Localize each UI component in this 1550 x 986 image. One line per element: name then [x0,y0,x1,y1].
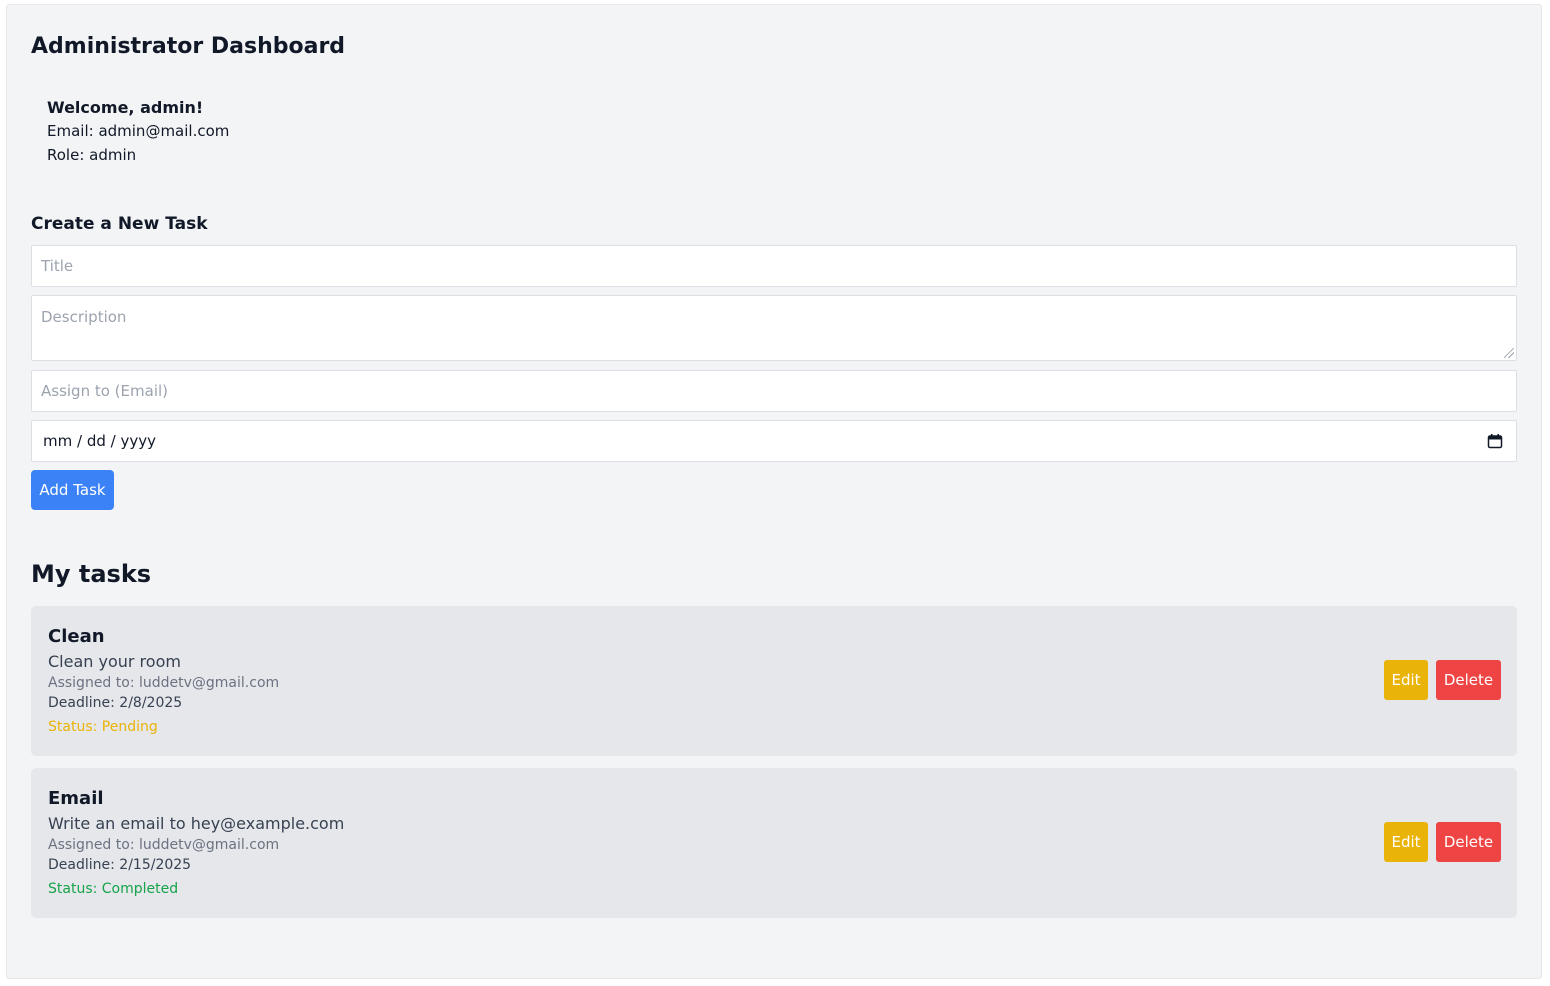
my-tasks-heading: My tasks [31,560,152,588]
welcome-text: Welcome, admin! [47,98,204,117]
task-title: Email [48,788,104,809]
task-deadline: Deadline: 2/8/2025 [48,695,183,711]
calendar-icon[interactable] [1487,433,1503,449]
task-actions: Edit Delete [1384,822,1501,862]
page-title: Administrator Dashboard [31,34,346,59]
task-assignee: Assigned to: luddetv@gmail.com [48,675,280,691]
edit-button[interactable]: Edit [1384,660,1428,700]
date-value: mm / dd / yyyy [43,432,156,450]
user-info: Welcome, admin! Email: admin@mail.com Ro… [47,97,229,167]
dashboard-panel: Administrator Dashboard Welcome, admin! … [6,4,1542,979]
task-details: Email Write an email to hey@example.com … [48,787,344,899]
user-email: Email: admin@mail.com [47,122,230,140]
task-assignee: Assigned to: luddetv@gmail.com [48,837,280,853]
delete-button[interactable]: Delete [1436,822,1501,862]
task-card: Email Write an email to hey@example.com … [31,768,1517,918]
task-title: Clean [48,626,105,647]
task-card: Clean Clean your room Assigned to: ludde… [31,606,1517,756]
title-input[interactable]: Title [31,245,1517,287]
task-status: Status: Pending [48,719,158,735]
resize-handle-icon[interactable] [1504,348,1514,358]
task-details: Clean Clean your room Assigned to: ludde… [48,625,279,737]
add-task-button[interactable]: Add Task [31,470,114,510]
task-description: Write an email to hey@example.com [48,814,345,833]
assign-email-input[interactable]: Assign to (Email) [31,370,1517,412]
task-status: Status: Completed [48,881,179,897]
edit-button[interactable]: Edit [1384,822,1428,862]
task-actions: Edit Delete [1384,660,1501,700]
create-task-heading: Create a New Task [31,214,208,234]
delete-button[interactable]: Delete [1436,660,1501,700]
user-role: Role: admin [47,146,137,164]
description-placeholder: Description [41,308,127,326]
description-textarea[interactable]: Description [31,295,1517,361]
task-deadline: Deadline: 2/15/2025 [48,857,192,873]
task-description: Clean your room [48,652,181,671]
deadline-date-input[interactable]: mm / dd / yyyy [31,420,1517,462]
